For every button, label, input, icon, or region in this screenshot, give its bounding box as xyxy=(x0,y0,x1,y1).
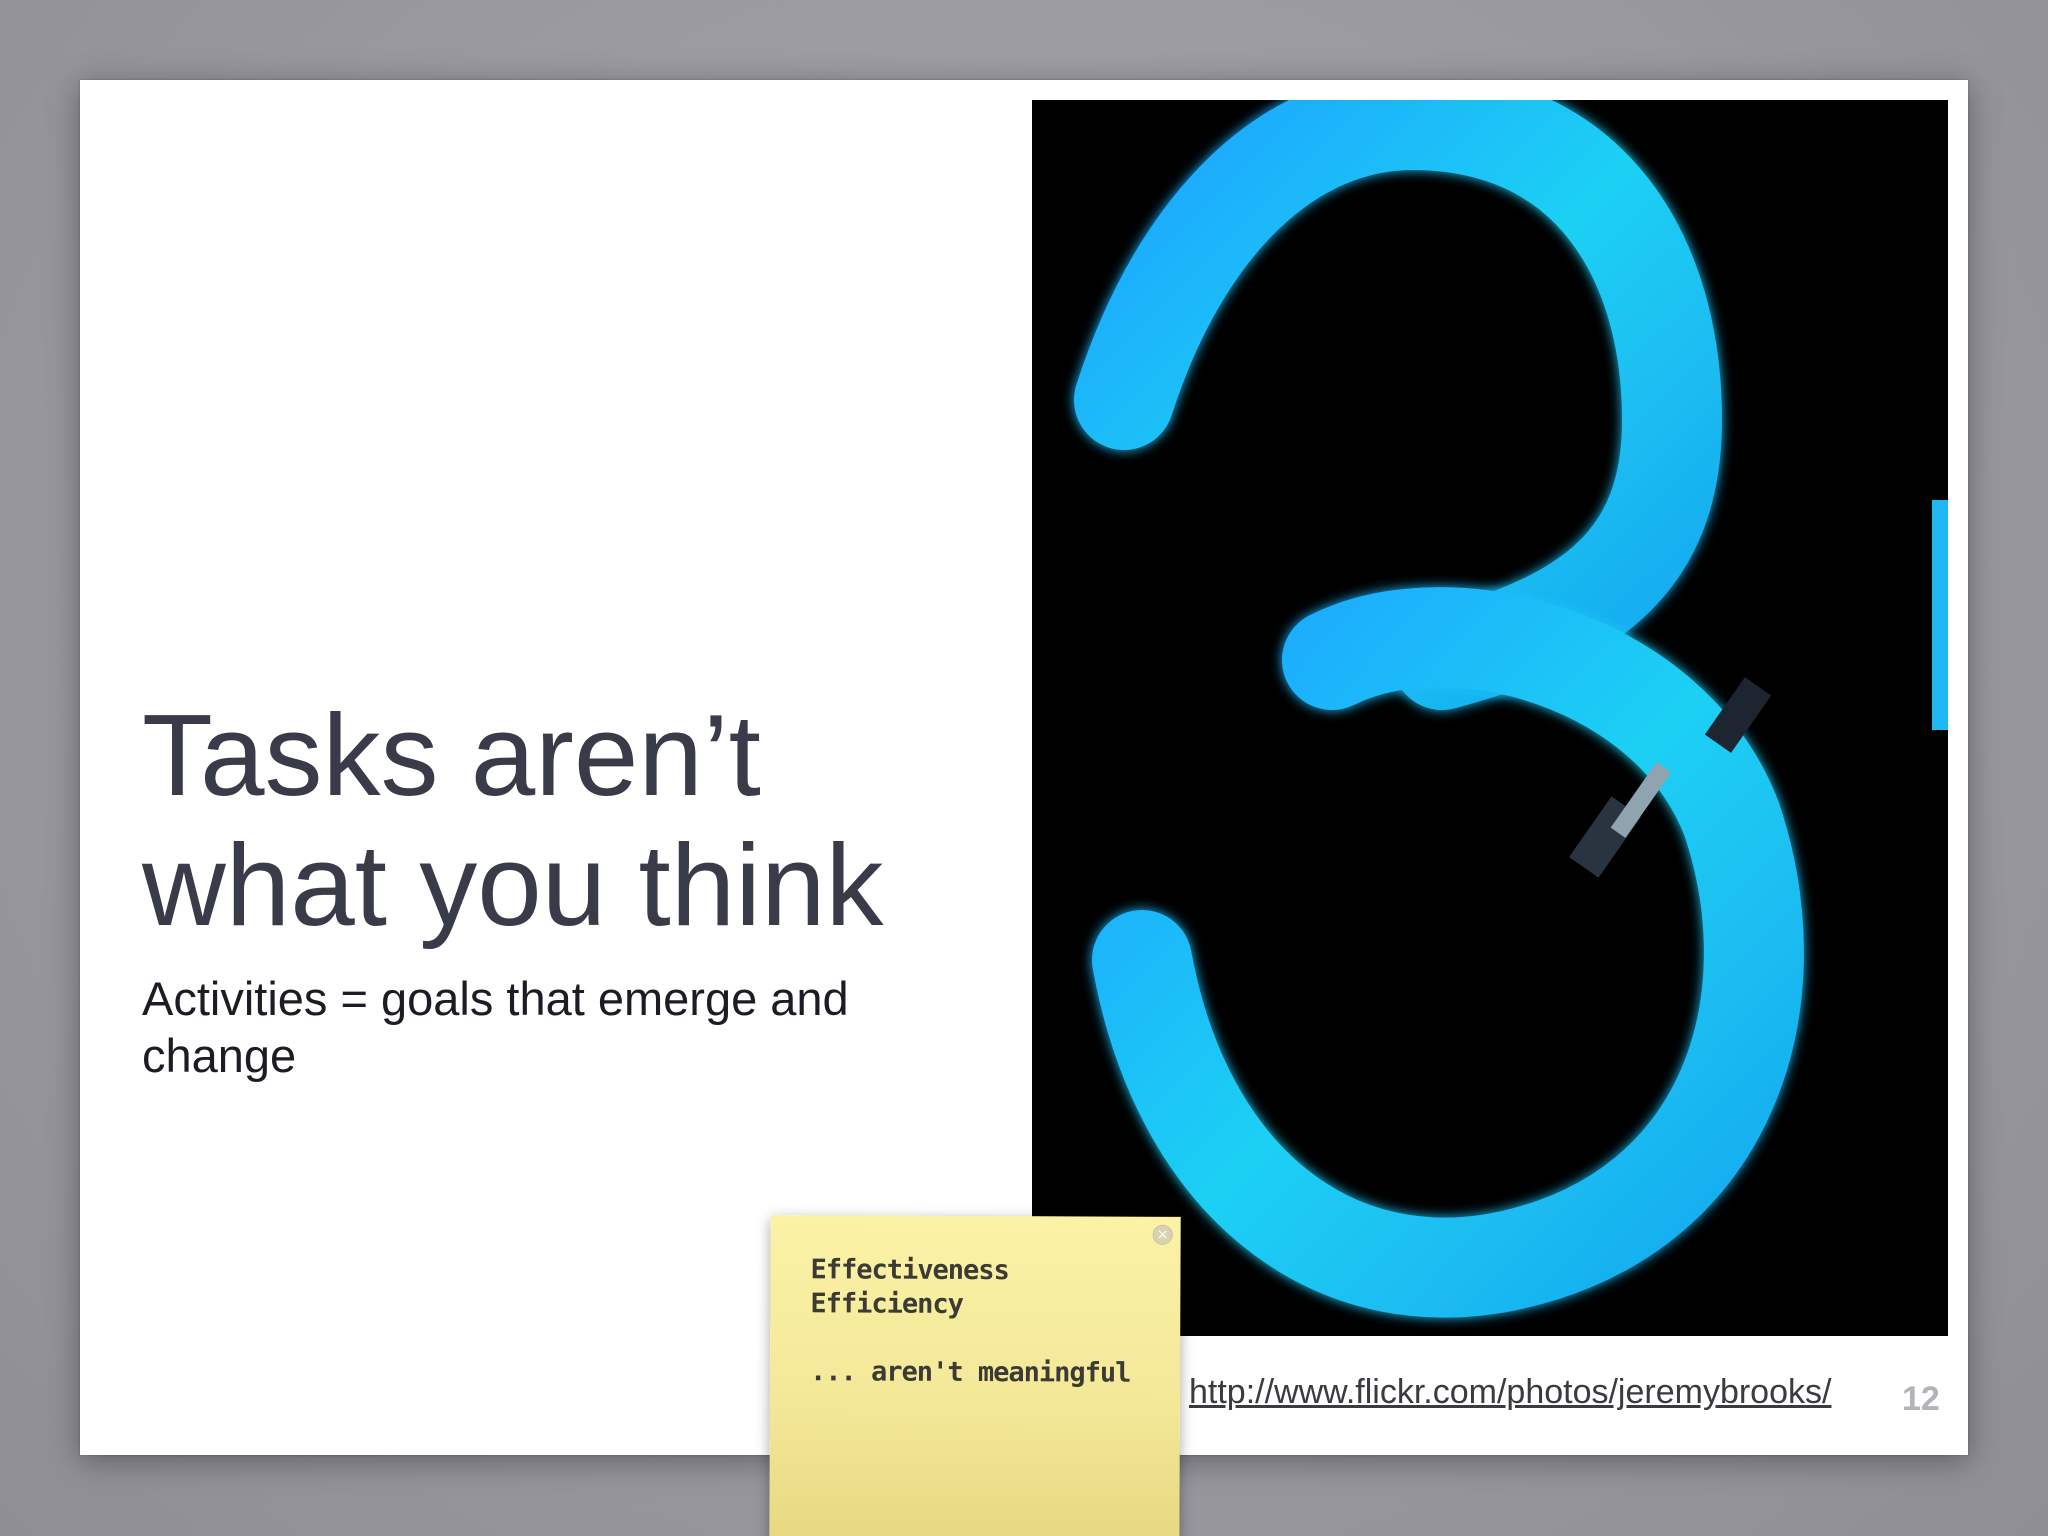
slide-title-line-2: what you think xyxy=(142,820,884,950)
photo-credit-link[interactable]: http://www.flickr.com/photos/jeremybrook… xyxy=(1189,1373,1831,1412)
sticky-gap xyxy=(810,1321,1131,1356)
neon-number-3-image xyxy=(1032,100,1948,1336)
neon-edge-tube xyxy=(1932,500,1948,730)
page-number: 12 xyxy=(1902,1380,1940,1418)
slide-title-line-1: Tasks aren’t xyxy=(142,690,761,820)
neon-three-graphic xyxy=(1032,100,1948,1336)
sticky-line-efficiency: Efficiency xyxy=(810,1288,963,1320)
sticky-note[interactable]: × Effectiveness Efficiency ... aren't me… xyxy=(769,1215,1181,1536)
slide-title: Tasks aren’t what you think xyxy=(142,690,1042,950)
sticky-line-meaningful: ... aren't meaningful xyxy=(809,1356,1131,1389)
slide-subtitle: Activities = goals that emerge and chang… xyxy=(142,972,849,1082)
sticky-line-effectiveness: Effectiveness xyxy=(810,1254,1009,1287)
close-icon[interactable]: × xyxy=(1152,1224,1173,1245)
sticky-note-text: Effectiveness Efficiency ... aren't mean… xyxy=(810,1253,1131,1390)
